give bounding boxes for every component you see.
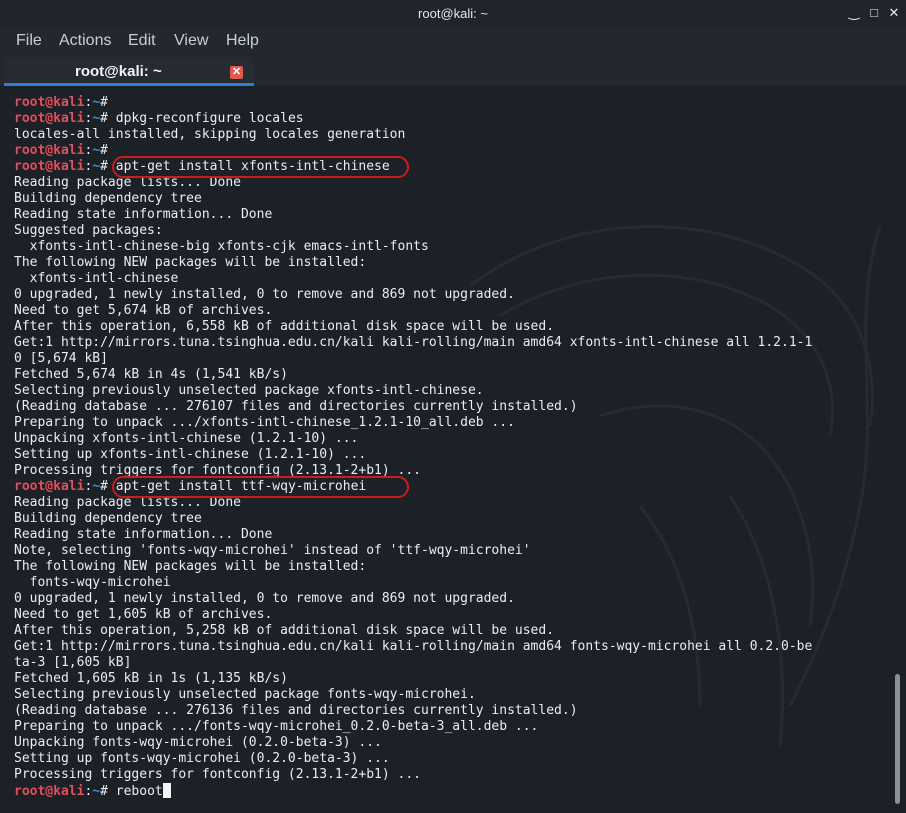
output-line: Need to get 1,605 kB of archives. (14, 607, 273, 622)
maximize-icon[interactable]: □ (866, 5, 882, 21)
menu-actions[interactable]: Actions (59, 32, 111, 50)
output-line: After this operation, 6,558 kB of additi… (14, 319, 555, 334)
menu-edit[interactable]: Edit (128, 32, 156, 50)
tab-bar: root@kali: ~ ✕ (0, 54, 906, 86)
output-line: Selecting previously unselected package … (14, 383, 484, 398)
vertical-scrollbar[interactable] (895, 86, 902, 813)
menu-file[interactable]: File (16, 32, 42, 50)
output-line: Unpacking fonts-wqy-microhei (0.2.0-beta… (14, 735, 382, 750)
text-cursor (162, 783, 171, 798)
output-line: 0 [5,674 kB] (14, 351, 108, 366)
output-line: Preparing to unpack .../xfonts-intl-chin… (14, 415, 515, 430)
output-line: Suggested packages: (14, 223, 163, 238)
close-icon[interactable]: ✕ (886, 5, 902, 21)
output-line: Building dependency tree (14, 191, 202, 206)
prompt-user: root@kali (14, 784, 85, 799)
prompt-user: root@kali (14, 111, 85, 126)
prompt-symbol: # (100, 143, 116, 158)
prompt-path: ~ (92, 479, 101, 494)
output-line: 0 upgraded, 1 newly installed, 0 to remo… (14, 287, 515, 302)
output-line: Fetched 1,605 kB in 1s (1,135 kB/s) (14, 671, 288, 686)
prompt-path: ~ (92, 784, 101, 799)
prompt-user: root@kali (14, 159, 85, 174)
output-line: Reading state information... Done (14, 527, 273, 542)
output-line: ta-3 [1,605 kB] (14, 655, 132, 670)
output-line: Setting up xfonts-intl-chinese (1.2.1-10… (14, 447, 367, 462)
output-line: After this operation, 5,258 kB of additi… (14, 623, 555, 638)
terminal-window: root@kali: ~ ‿ □ ✕ File Actions Edit Vie… (0, 0, 906, 813)
output-line: Preparing to unpack .../fonts-wqy-microh… (14, 719, 539, 734)
tab-label: root@kali: ~ (75, 63, 162, 80)
output-line: The following NEW packages will be insta… (14, 255, 367, 270)
prompt-line: root@kali:~# dpkg-reconfigure locales (14, 111, 812, 127)
prompt-symbol: # (100, 95, 116, 110)
prompt-line: root@kali:~# (14, 95, 812, 111)
terminal-lines: root@kali:~# root@kali:~# dpkg-reconfigu… (14, 95, 812, 799)
output-line: Get:1 http://mirrors.tuna.tsinghua.edu.c… (14, 335, 813, 350)
prompt-path: ~ (92, 143, 101, 158)
menu-bar: File Actions Edit View Help (0, 28, 906, 54)
command-text: reboot (115, 784, 163, 799)
prompt-symbol: # (100, 784, 116, 799)
scrollbar-thumb[interactable] (895, 674, 900, 804)
output-line: locales-all installed, skipping locales … (14, 127, 406, 142)
prompt-user: root@kali (14, 143, 85, 158)
menu-help[interactable]: Help (226, 32, 259, 50)
output-line: Unpacking xfonts-intl-chinese (1.2.1-10)… (14, 431, 359, 446)
prompt-path: ~ (92, 95, 101, 110)
prompt-path: ~ (92, 159, 101, 174)
menu-view[interactable]: View (174, 32, 208, 50)
output-line: (Reading database ... 276136 files and d… (14, 703, 578, 718)
command-text: dpkg-reconfigure locales (115, 111, 304, 126)
prompt-symbol: # (100, 111, 116, 126)
output-line: Setting up fonts-wqy-microhei (0.2.0-bet… (14, 751, 390, 766)
window-title: root@kali: ~ (418, 6, 488, 21)
prompt-user: root@kali (14, 95, 85, 110)
output-line: 0 upgraded, 1 newly installed, 0 to remo… (14, 591, 515, 606)
title-bar[interactable]: root@kali: ~ ‿ □ ✕ (0, 0, 906, 29)
output-line: The following NEW packages will be insta… (14, 559, 367, 574)
output-line: xfonts-intl-chinese-big xfonts-cjk emacs… (14, 239, 429, 254)
output-line: Get:1 http://mirrors.tuna.tsinghua.edu.c… (14, 639, 813, 654)
tab-close-icon[interactable]: ✕ (230, 66, 243, 79)
output-line: Fetched 5,674 kB in 4s (1,541 kB/s) (14, 367, 288, 382)
prompt-path: ~ (92, 111, 101, 126)
output-line: Reading state information... Done (14, 207, 273, 222)
output-line: Note, selecting 'fonts-wqy-microhei' ins… (14, 543, 531, 558)
terminal-output[interactable]: root@kali:~# root@kali:~# dpkg-reconfigu… (0, 86, 906, 813)
output-line: Processing triggers for fontconfig (2.13… (14, 767, 421, 782)
tab-terminal[interactable]: root@kali: ~ ✕ (4, 58, 254, 86)
highlight-ring-wqy (112, 476, 409, 498)
highlight-ring-xfonts (112, 156, 409, 178)
minimize-icon[interactable]: ‿ (846, 5, 862, 21)
output-line: Selecting previously unselected package … (14, 687, 476, 702)
prompt-line: root@kali:~# reboot (14, 783, 812, 799)
output-line: Building dependency tree (14, 511, 202, 526)
prompt-user: root@kali (14, 479, 85, 494)
output-line: Need to get 5,674 kB of archives. (14, 303, 273, 318)
output-line: fonts-wqy-microhei (14, 575, 171, 590)
output-line: xfonts-intl-chinese (14, 271, 179, 286)
output-line: (Reading database ... 276107 files and d… (14, 399, 578, 414)
